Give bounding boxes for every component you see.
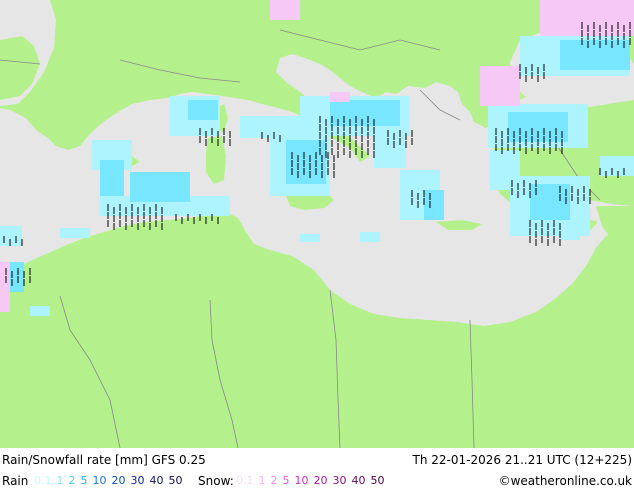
rain-value-1: 1 bbox=[56, 474, 64, 487]
rain-value-4: 10 bbox=[92, 474, 107, 487]
snow-value-5: 20 bbox=[313, 474, 328, 487]
rain-value-3: 5 bbox=[80, 474, 88, 487]
snow-legend-label: Snow: bbox=[198, 474, 234, 488]
title-row: Rain/Snowfall rate [mm] GFS 0.25 Th 22-0… bbox=[0, 451, 634, 471]
rain-value-2: 2 bbox=[68, 474, 76, 487]
snow-value-1: 1 bbox=[258, 474, 266, 487]
snow-legend-scale: 0.1 1 2 5 10 20 30 40 50 bbox=[236, 472, 390, 490]
snow-value-8: 50 bbox=[370, 474, 385, 487]
forecast-datetime: Th 22-01-2026 21..21 UTC (12+225) bbox=[412, 453, 632, 467]
snow-value-7: 40 bbox=[351, 474, 366, 487]
map-canvas bbox=[0, 0, 634, 448]
snow-value-4: 10 bbox=[294, 474, 309, 487]
rain-legend-label: Rain bbox=[2, 474, 29, 488]
rain-value-0: 0.1 bbox=[34, 474, 52, 487]
map-title: Rain/Snowfall rate [mm] GFS 0.25 bbox=[2, 453, 206, 467]
rain-value-7: 40 bbox=[149, 474, 164, 487]
rain-value-6: 30 bbox=[130, 474, 145, 487]
legend-row: Rain 0.1 1 2 5 10 20 30 40 50 Snow: 0.1 1 2 5 10 20 30… bbox=[0, 472, 634, 492]
precipitation-map bbox=[0, 0, 634, 448]
credit-link[interactable]: ©weatheronline.co.uk bbox=[499, 472, 632, 490]
snow-value-3: 5 bbox=[282, 474, 290, 487]
snow-value-6: 30 bbox=[332, 474, 347, 487]
snow-value-0: 0.1 bbox=[236, 474, 254, 487]
snow-value-2: 2 bbox=[270, 474, 278, 487]
rain-value-8: 50 bbox=[168, 474, 183, 487]
rain-legend-scale: 0.1 1 2 5 10 20 30 40 50 bbox=[34, 472, 188, 490]
rain-value-5: 20 bbox=[111, 474, 126, 487]
footer: Rain/Snowfall rate [mm] GFS 0.25 Th 22-0… bbox=[0, 448, 634, 490]
